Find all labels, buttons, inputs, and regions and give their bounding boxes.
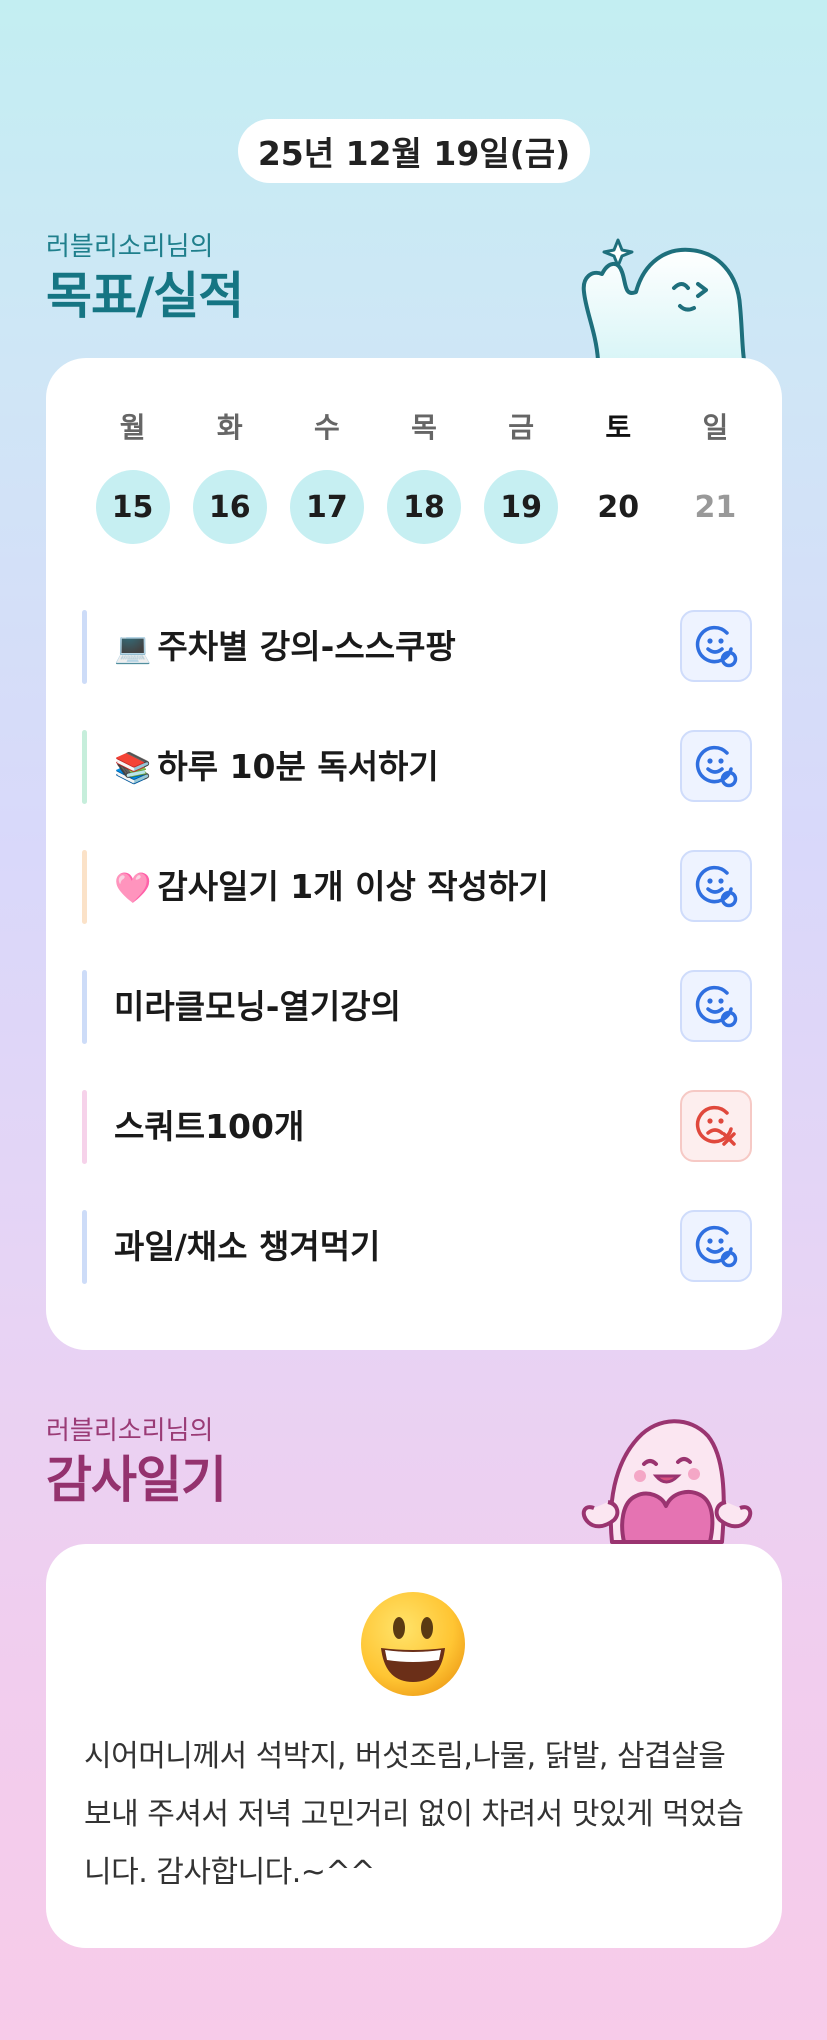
diary-entry-text: 시어머니께서 석박지, 버섯조림,나물, 닭발, 삼겹살을 보내 주셔서 저녁 …	[84, 1739, 744, 1890]
weekday-label: 토	[605, 411, 632, 444]
week-day-1[interactable]: 화 16	[181, 406, 278, 544]
goal-label: 감사일기 1개 이상 작성하기	[157, 867, 549, 906]
goal-status-done-button[interactable]	[680, 730, 752, 802]
goal-color-bar	[82, 850, 87, 924]
goal-status-done-button[interactable]	[680, 1210, 752, 1282]
goal-color-bar	[82, 970, 87, 1044]
goal-text: 미라클모닝-열기강의	[114, 980, 401, 1028]
weekday-label: 목	[411, 411, 437, 444]
goal-item[interactable]: 과일/채소 챙겨먹기	[82, 1198, 752, 1318]
smile-check-icon	[695, 985, 738, 1028]
date-number: 21	[694, 489, 737, 525]
weekday-label: 월	[119, 411, 146, 444]
diary-title: 감사일기	[46, 1451, 227, 1509]
date-circle-completed: 16	[192, 470, 267, 544]
goal-color-bar	[82, 1090, 87, 1164]
goal-emoji: 💻	[114, 631, 152, 666]
week-day-3[interactable]: 목 18	[375, 406, 472, 544]
goal-emoji: 🩷	[114, 871, 152, 906]
ghost-mascot-illustration	[581, 238, 746, 362]
goals-title: 목표/실적	[46, 267, 244, 325]
weekday-label: 수	[313, 411, 340, 444]
goal-list: 💻 주차별 강의-스스쿠팡 📚 하루 10분 독서하기 🩷 감사일기 1개 이상 작성하기…	[82, 598, 752, 1318]
goal-item[interactable]: 미라클모닝-열기강의	[82, 958, 752, 1078]
diary-card: 시어머니께서 석박지, 버섯조림,나물, 닭발, 삼겹살을 보내 주셔서 저녁 …	[46, 1544, 782, 1948]
smile-check-icon	[695, 1225, 738, 1268]
goal-status-done-button[interactable]	[680, 970, 752, 1042]
goal-item[interactable]: 💻 주차별 강의-스스쿠팡	[82, 598, 752, 718]
date-circle-completed: 18	[386, 470, 461, 544]
goal-label: 스쿼트100개	[114, 1107, 305, 1146]
week-day-0[interactable]: 월 15	[84, 406, 181, 544]
date-number: 20	[597, 489, 640, 525]
weekday-label: 화	[216, 411, 243, 444]
goals-card: 월 15 화 16 수 17 목 18 금 19 토 20 일 21 💻 주차별 강의-스스쿠팡 📚 하루 10…	[46, 358, 782, 1350]
goal-label: 미라클모닝-열기강의	[114, 987, 401, 1026]
goal-status-done-button[interactable]	[680, 610, 752, 682]
goal-text: 📚 하루 10분 독서하기	[114, 740, 439, 788]
goal-status-done-button[interactable]	[680, 850, 752, 922]
date-circle-completed: 15	[95, 470, 170, 544]
goal-color-bar	[82, 1210, 87, 1284]
weekday-label: 금	[508, 411, 535, 444]
smile-check-icon	[695, 625, 738, 668]
smile-check-icon	[695, 865, 738, 908]
heart-ghost-mascot-illustration	[581, 1419, 753, 1544]
date-label: 25년 12월 19일(금)	[257, 134, 571, 173]
smile-check-icon	[695, 745, 738, 788]
date-circle-completed: 17	[289, 470, 364, 544]
goal-text: 🩷 감사일기 1개 이상 작성하기	[114, 860, 549, 908]
week-day-5[interactable]: 토 20	[570, 406, 667, 544]
goal-label: 주차별 강의-스스쿠팡	[157, 627, 456, 666]
weekday-label: 일	[702, 411, 729, 444]
goal-label: 하루 10분 독서하기	[157, 747, 439, 786]
goal-item[interactable]: 스쿼트100개	[82, 1078, 752, 1198]
goal-color-bar	[82, 730, 87, 804]
goal-item[interactable]: 📚 하루 10분 독서하기	[82, 718, 752, 838]
grinning-face-icon	[361, 1592, 465, 1696]
goal-text: 과일/채소 챙겨먹기	[114, 1220, 380, 1268]
week-strip: 월 15 화 16 수 17 목 18 금 19 토 20 일 21	[84, 406, 764, 544]
week-day-2[interactable]: 수 17	[278, 406, 375, 544]
sad-x-icon	[695, 1105, 736, 1146]
date-circle-completed: 19	[484, 470, 559, 544]
goal-status-failed-button[interactable]	[680, 1090, 752, 1162]
week-day-6[interactable]: 일 21	[667, 406, 764, 544]
date-selector[interactable]: 25년 12월 19일(금)	[238, 119, 590, 183]
week-day-4[interactable]: 금 19	[473, 406, 570, 544]
goal-emoji: 📚	[114, 751, 152, 786]
goal-text: 💻 주차별 강의-스스쿠팡	[114, 620, 456, 668]
goal-item[interactable]: 🩷 감사일기 1개 이상 작성하기	[82, 838, 752, 958]
goal-color-bar	[82, 610, 87, 684]
goal-label: 과일/채소 챙겨먹기	[114, 1227, 381, 1266]
goal-text: 스쿼트100개	[114, 1100, 304, 1148]
